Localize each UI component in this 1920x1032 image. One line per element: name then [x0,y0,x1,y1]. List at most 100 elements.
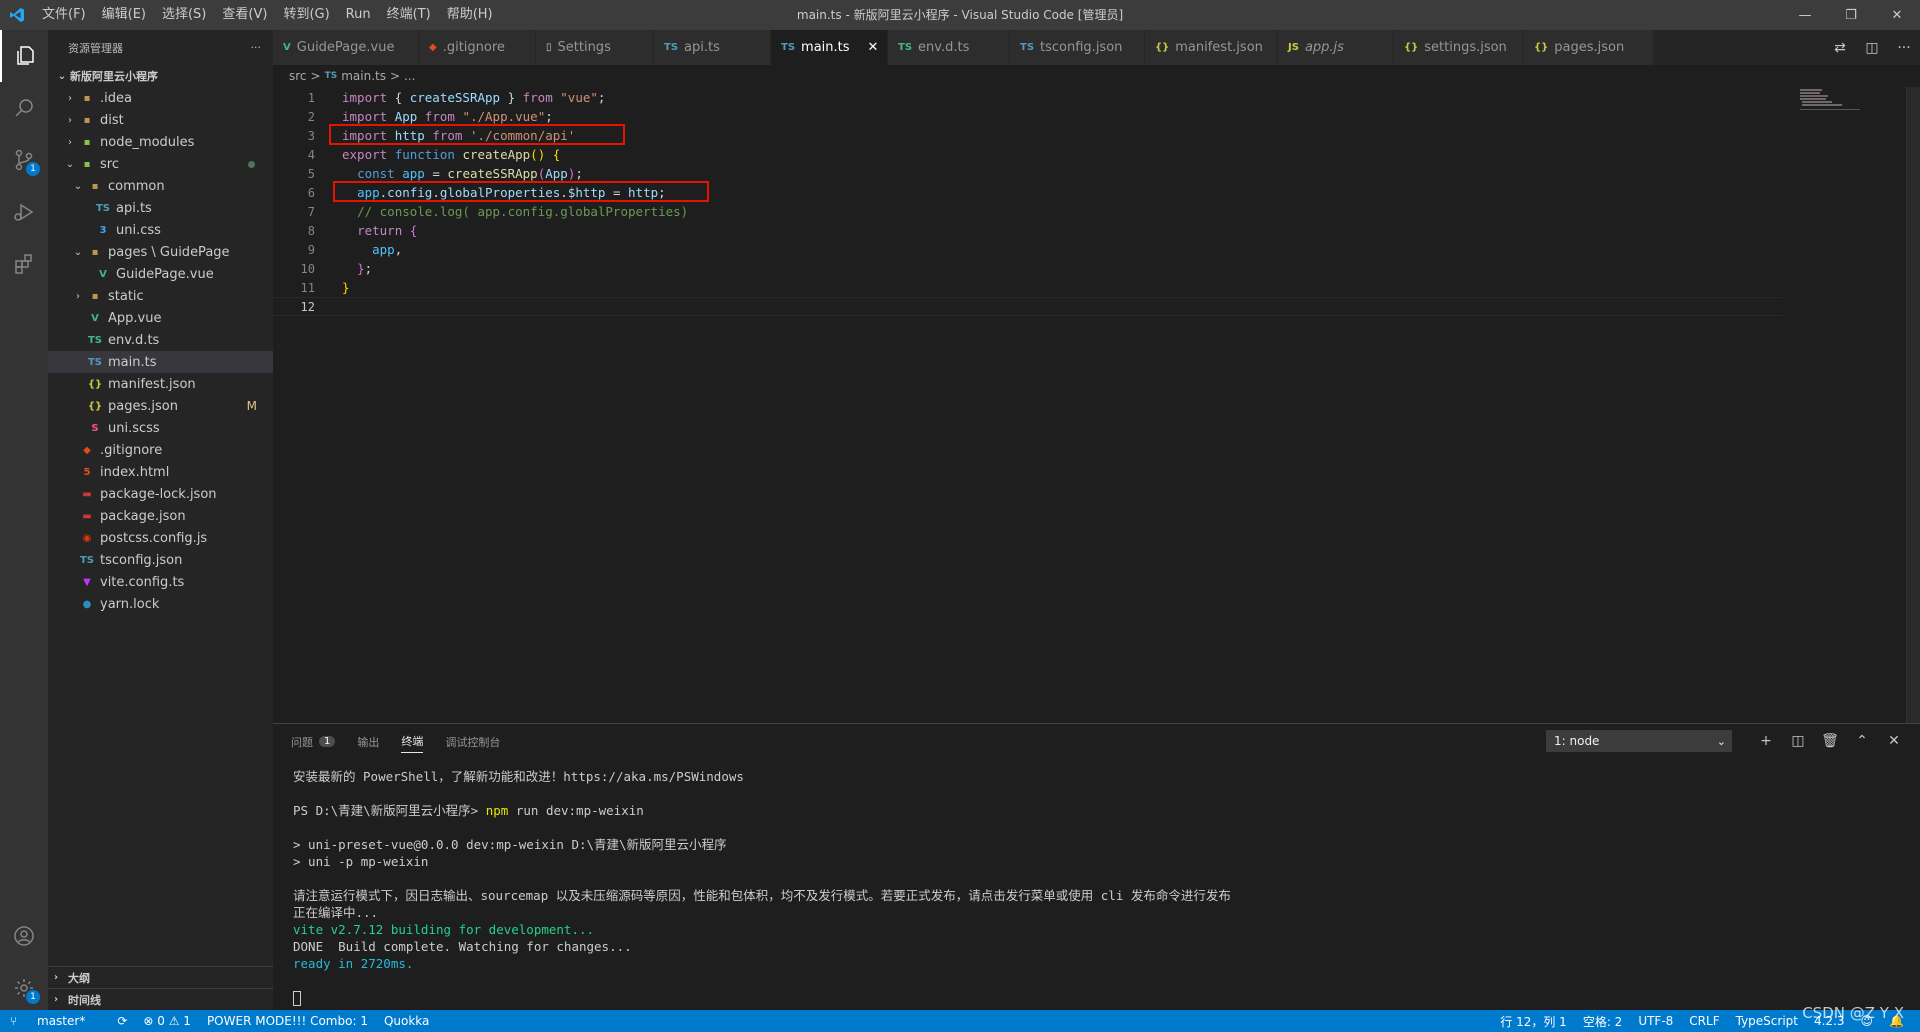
tree-item[interactable]: ● yarn.lock [48,593,273,615]
editor-tab[interactable]: V GuidePage.vue [273,30,419,65]
tree-item[interactable]: ⌄ ▪ pages \ GuidePage [48,241,273,263]
maximize-panel-button[interactable]: ⌃ [1846,733,1878,749]
tree-item[interactable]: {} pages.json M [48,395,273,417]
new-terminal-button[interactable]: + [1750,733,1782,749]
tree-item[interactable]: › ▪ static [48,285,273,307]
quokka-status[interactable]: Quokka [384,1014,429,1028]
tree-item[interactable]: ⌄ ▪ common [48,175,273,197]
kill-terminal-button[interactable]: 🗑 [1814,733,1846,749]
language-status[interactable]: TypeScript [1736,1014,1798,1028]
tree-item[interactable]: ▼ vite.config.ts [48,571,273,593]
split-editor-icon[interactable]: ◫ [1856,40,1888,56]
editor-scrollbar[interactable] [1906,87,1920,723]
terminal-selector[interactable]: 1: node ⌄ [1546,730,1732,752]
editor-tab[interactable]: TS main.ts ✕ [771,30,888,65]
accounts-button[interactable] [0,910,48,962]
close-window-button[interactable]: ✕ [1874,0,1920,30]
panel-tab[interactable]: 问题 1 [291,724,336,759]
menu-item[interactable]: 查看(V) [214,0,275,30]
sync-button[interactable]: ⟳ [117,1014,127,1028]
eol-status[interactable]: CRLF [1689,1014,1719,1028]
code-line: 9 app, [273,240,1783,259]
project-root[interactable]: ⌄ 新版阿里云小程序 [48,65,273,87]
terminal-selector-value: 1: node [1554,734,1600,748]
open-changes-icon[interactable]: ⇄ [1824,40,1856,56]
terminal-output[interactable]: 安装最新的 PowerShell，了解新功能和改进！https://aka.ms… [293,768,1231,1006]
explorer-button[interactable] [0,30,48,82]
menu-item[interactable]: Run [338,0,379,30]
editor-tab[interactable]: {} pages.json [1524,30,1654,65]
panel-tab[interactable]: 终端 [401,731,424,753]
editor-tab[interactable]: {} settings.json [1394,30,1524,65]
cursor-position-status[interactable]: 行 12，列 1 [1500,1013,1567,1030]
tree-item[interactable]: ⌄ ▪ src [48,153,273,175]
timeline-section[interactable]: › 时间线 [48,988,273,1010]
breadcrumb-folder[interactable]: src [289,69,307,83]
menu-item[interactable]: 帮助(H) [439,0,501,30]
tree-item[interactable]: ◉ postcss.config.js [48,527,273,549]
menu-item[interactable]: 转到(G) [275,0,337,30]
tree-item[interactable]: 5 index.html [48,461,273,483]
editor-tab[interactable]: TS env.d.ts [888,30,1010,65]
tree-item[interactable]: V GuidePage.vue [48,263,273,285]
panel-tab[interactable]: 输出 [357,724,379,759]
editor-tab[interactable]: {} manifest.json [1145,30,1278,65]
line-number: 5 [307,166,315,181]
tree-item[interactable]: V App.vue [48,307,273,329]
more-actions-button[interactable]: ··· [251,41,262,54]
file-type-icon: S [91,422,99,434]
file-type-icon: ▪ [83,92,91,104]
tree-item[interactable]: 3 uni.css [48,219,273,241]
scm-badge: 1 [26,162,40,176]
manage-button[interactable]: 1 [0,962,48,1014]
tree-item[interactable]: ▬ package.json [48,505,273,527]
minimize-button[interactable]: — [1782,0,1828,30]
file-type-icon: {} [87,400,103,412]
menu-item[interactable]: 终端(T) [379,0,439,30]
line-number: 12 [300,299,315,314]
minimap[interactable] [1800,87,1860,117]
menu-item[interactable]: 文件(F) [34,0,94,30]
file-tree: › ▪ .idea › ▪ dist › ▪ node_modules ⌄ ▪ src ⌄ ▪ common… [48,87,273,615]
tree-item[interactable]: TS tsconfig.json [48,549,273,571]
problems-status[interactable]: ⊗ 0 ⚠ 1 [143,1014,191,1028]
editor-tab[interactable]: TS api.ts [654,30,771,65]
search-button[interactable] [0,82,48,134]
extensions-button[interactable] [0,238,48,290]
tree-item[interactable]: › ▪ .idea [48,87,273,109]
editor-tab[interactable]: TS tsconfig.json [1010,30,1145,65]
tree-item[interactable]: ◆ .gitignore [48,439,273,461]
tree-item[interactable]: {} manifest.json [48,373,273,395]
breadcrumb-symbol[interactable]: ... [404,69,415,83]
tree-item[interactable]: ▬ package-lock.json [48,483,273,505]
editor-tab[interactable]: ◆ .gitignore [419,30,536,65]
tree-item[interactable]: TS api.ts [48,197,273,219]
editor-tab[interactable]: JS app.js [1278,30,1394,65]
code-line: 7 // console.log( app.config.globalPrope… [273,202,1783,221]
indentation-status[interactable]: 空格: 2 [1583,1013,1623,1030]
tree-item[interactable]: › ▪ node_modules [48,131,273,153]
maximize-button[interactable]: ❐ [1828,0,1874,30]
panel-tab[interactable]: 调试控制台 [445,724,500,759]
line-number: 7 [307,204,315,219]
editor-tab[interactable]: ▯ Settings [536,30,654,65]
tree-item[interactable]: Suni.scss [48,417,273,439]
chevron-right-icon: › [54,994,59,1005]
tree-item[interactable]: › ▪ dist [48,109,273,131]
more-icon[interactable]: ··· [1888,40,1920,56]
power-mode-status[interactable]: POWER MODE!!! Combo: 1 [207,1014,368,1028]
close-tab-button[interactable]: ✕ [868,40,879,55]
run-debug-button[interactable] [0,186,48,238]
close-panel-button[interactable]: ✕ [1878,733,1910,749]
tree-item[interactable]: TS env.d.ts [48,329,273,351]
menu-item[interactable]: 编辑(E) [94,0,154,30]
tree-item[interactable]: TS main.ts [48,351,273,373]
split-terminal-button[interactable]: ◫ [1782,733,1814,749]
code-editor[interactable]: 1 import { createSSRApp } from "vue"; 2 im… [273,87,1920,723]
encoding-status[interactable]: UTF-8 [1638,1014,1673,1028]
menu-item[interactable]: 选择(S) [154,0,214,30]
breadcrumb-file[interactable]: main.ts [341,69,386,83]
outline-section[interactable]: › 大纲 [48,966,273,988]
source-control-button[interactable]: 1 [0,134,48,186]
branch-status[interactable]: ⑂ master* [10,1014,101,1028]
